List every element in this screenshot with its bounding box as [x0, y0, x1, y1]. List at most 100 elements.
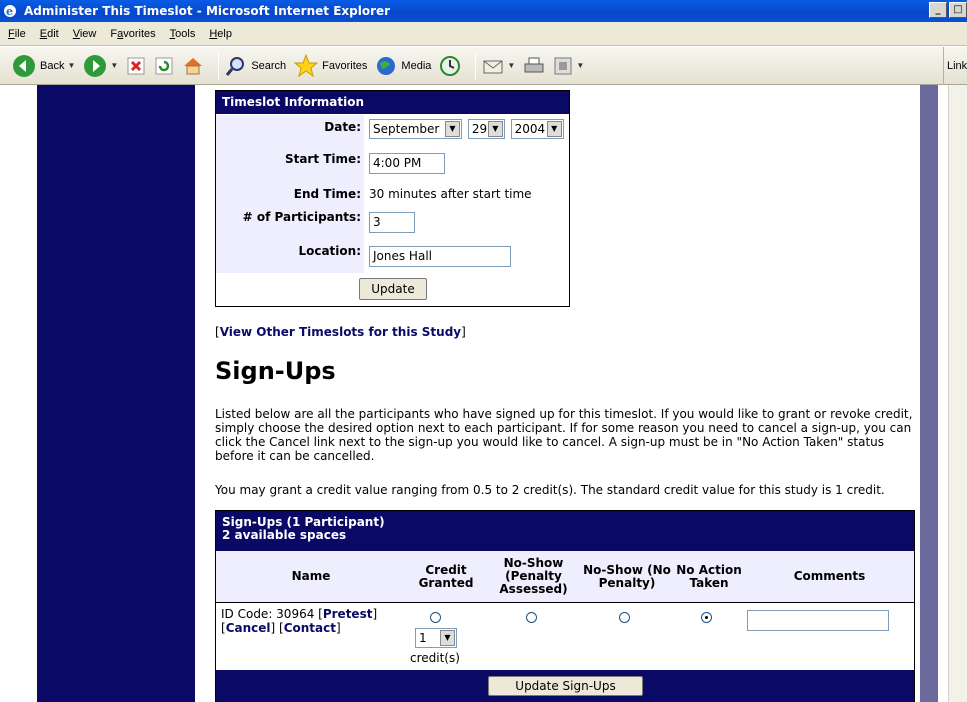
- credit-value-select[interactable]: 1 ▼: [415, 628, 457, 648]
- participants-label: # of Participants:: [242, 210, 361, 224]
- noshow-nopenalty-cell: [581, 603, 673, 670]
- signups-table-header: Sign-Ups (1 Participant) 2 available spa…: [216, 511, 914, 551]
- signups-table-footer: Update Sign-Ups: [216, 670, 914, 702]
- no-action-radio[interactable]: [701, 612, 712, 623]
- edit-dropdown-icon[interactable]: ▼: [576, 61, 584, 70]
- menu-favorites[interactable]: Favorites: [110, 28, 155, 40]
- search-label: Search: [251, 59, 287, 72]
- stop-icon: [127, 57, 145, 74]
- vertical-scrollbar[interactable]: [948, 85, 967, 702]
- col-no-action: No Action Taken: [676, 562, 742, 590]
- toolbar-separator: [475, 51, 477, 80]
- menu-view[interactable]: View: [73, 28, 97, 40]
- signups-heading: Sign-Ups: [215, 357, 336, 385]
- title-bar: e Administer This Timeslot - Microsoft I…: [0, 0, 967, 22]
- search-icon: [226, 56, 245, 76]
- comments-input[interactable]: [747, 610, 889, 631]
- end-time-value: 30 minutes after start time: [369, 187, 532, 201]
- svg-text:e: e: [6, 5, 13, 18]
- back-button[interactable]: Back ▼: [12, 54, 75, 78]
- view-other-timeslots-link[interactable]: View Other Timeslots for this Study: [220, 325, 461, 339]
- day-select[interactable]: 29 ▼: [467, 119, 505, 139]
- timeslot-info-header: Timeslot Information: [216, 91, 569, 114]
- menu-edit[interactable]: Edit: [40, 28, 59, 40]
- chevron-down-icon: ▼: [546, 121, 562, 137]
- update-signups-button[interactable]: Update Sign-Ups: [488, 676, 643, 696]
- noshow-nopenalty-radio[interactable]: [619, 612, 630, 623]
- credit-unit-label: credit(s): [410, 651, 460, 665]
- table-row: ID Code: 30964 [Pretest] [Cancel] [Conta…: [216, 603, 914, 670]
- participant-name-cell: ID Code: 30964 [Pretest] [Cancel] [Conta…: [216, 603, 406, 670]
- back-dropdown-icon[interactable]: ▼: [67, 61, 75, 70]
- toolbar-separator: [218, 51, 220, 80]
- mail-button[interactable]: ▼: [482, 55, 515, 77]
- contact-link[interactable]: Contact: [284, 621, 336, 635]
- credit-range-note: You may grant a credit value ranging fro…: [215, 483, 885, 497]
- mail-icon: [483, 60, 503, 73]
- col-name: Name: [291, 569, 331, 583]
- search-button[interactable]: Search: [225, 55, 286, 77]
- home-button[interactable]: [182, 55, 204, 77]
- browser-toolbar: Back ▼ ▼ Search Favorites Media ▼ ▼ Link: [0, 47, 967, 85]
- update-button[interactable]: Update: [359, 278, 427, 300]
- location-input[interactable]: Jones Hall: [369, 246, 511, 267]
- home-icon: [184, 57, 203, 74]
- credit-granted-radio[interactable]: [430, 612, 441, 623]
- view-timeslots-link-line: [View Other Timeslots for this Study]: [215, 325, 466, 339]
- media-button[interactable]: Media: [375, 55, 431, 77]
- media-globe-icon: [377, 56, 396, 75]
- month-select[interactable]: September ▼: [369, 119, 462, 139]
- bracket-close: ]: [372, 607, 378, 621]
- links-button[interactable]: Links: [943, 47, 967, 85]
- history-button[interactable]: [439, 55, 461, 77]
- col-noshow-penalty: No-Show (Penalty Assessed): [499, 556, 568, 596]
- bracket-close: ]: [461, 325, 466, 339]
- forward-arrow-icon: [84, 54, 107, 77]
- col-noshow-nopenalty: No-Show (No Penalty): [583, 562, 671, 590]
- menu-file[interactable]: File: [8, 28, 26, 40]
- menu-bar: File Edit View Favorites Tools Help: [0, 22, 967, 64]
- edit-page-button[interactable]: ▼: [553, 56, 584, 76]
- back-arrow-icon: [13, 54, 35, 77]
- left-nav-band: [37, 85, 195, 702]
- col-comments: Comments: [793, 569, 866, 583]
- forward-button[interactable]: ▼: [83, 54, 118, 78]
- media-label: Media: [401, 59, 432, 72]
- participants-input[interactable]: 3: [369, 212, 415, 233]
- edit-icon: [554, 57, 572, 74]
- noshow-penalty-cell: [486, 603, 581, 670]
- refresh-icon: [155, 57, 173, 74]
- chevron-down-icon: ▼: [440, 630, 455, 646]
- forward-dropdown-icon[interactable]: ▼: [110, 61, 118, 70]
- stop-button[interactable]: [126, 56, 146, 76]
- col-credit-granted: Credit Granted: [418, 562, 474, 590]
- maximize-button[interactable]: □: [949, 2, 967, 18]
- pretest-link[interactable]: Pretest: [323, 607, 373, 621]
- favorites-button[interactable]: Favorites: [294, 53, 367, 78]
- refresh-button[interactable]: [154, 56, 174, 76]
- bracket-separator: ] [: [270, 621, 284, 635]
- noshow-penalty-radio[interactable]: [526, 612, 537, 623]
- signups-table: Sign-Ups (1 Participant) 2 available spa…: [215, 510, 915, 702]
- start-time-input[interactable]: 4:00 PM: [369, 153, 445, 174]
- minimize-button[interactable]: _: [929, 2, 947, 18]
- chevron-down-icon: ▼: [445, 121, 460, 137]
- cancel-link[interactable]: Cancel: [226, 621, 271, 635]
- page-viewport: Timeslot Information Date: September ▼ 29…: [0, 85, 967, 702]
- date-label: Date:: [324, 120, 361, 134]
- ie-logo-icon: e: [2, 3, 18, 19]
- location-label: Location:: [298, 244, 361, 258]
- comments-cell: [745, 603, 914, 670]
- menu-help[interactable]: Help: [209, 28, 232, 40]
- menu-tools[interactable]: Tools: [170, 28, 196, 40]
- credit-granted-cell: 1 ▼ credit(s): [406, 603, 486, 670]
- chevron-down-icon: ▼: [487, 121, 503, 137]
- mail-dropdown-icon[interactable]: ▼: [507, 61, 515, 70]
- year-select[interactable]: 2004 ▼: [510, 119, 564, 139]
- print-button[interactable]: [523, 55, 545, 77]
- end-time-label: End Time:: [293, 187, 361, 201]
- window-title: Administer This Timeslot - Microsoft Int…: [24, 4, 391, 18]
- right-border-band: [920, 85, 938, 702]
- back-label: Back: [40, 59, 65, 72]
- history-icon: [440, 55, 461, 76]
